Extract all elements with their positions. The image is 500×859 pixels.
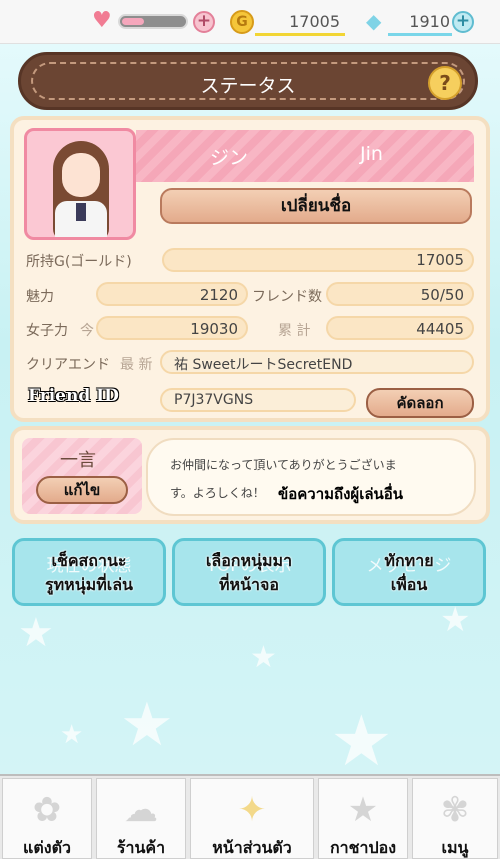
copy-id-button[interactable]: คัดลอก <box>366 388 474 418</box>
hp-bar <box>118 14 188 29</box>
resource-bar: ♥ + G 17005 ◆ 1910 + <box>0 0 500 44</box>
star-icon: ★ <box>18 610 54 656</box>
avatar-tie <box>76 203 86 221</box>
girl-power-value: 19030 <box>190 320 238 338</box>
page-title: ステータス <box>200 75 296 97</box>
girl-power-now-label: 今 <box>80 323 94 339</box>
help-button[interactable]: ? <box>428 66 462 100</box>
cinnamoroll-icon: ☁ <box>124 790 158 830</box>
hp-bar-fill <box>122 18 144 25</box>
player-name-jp: ジン <box>210 147 249 169</box>
gold-value: 17005 <box>416 251 464 269</box>
total-label: 累 計 <box>278 323 311 339</box>
avatar-face <box>62 153 100 197</box>
star-icon: ★ <box>120 690 174 760</box>
add-hp-button[interactable]: + <box>193 11 215 33</box>
charm-label: 魅力 <box>26 289 54 305</box>
pompompurin-icon: ✦ <box>237 790 267 830</box>
message-overlay-caption: ข้อความถึงผู้เล่นอื่น <box>278 485 404 503</box>
clear-end-value: 祐 SweetルートSecretEND <box>174 357 353 373</box>
friends-label: フレンド数 <box>252 289 322 305</box>
name-bar <box>136 130 474 182</box>
action-label: เลือกหนุ่มมา ที่หน้าจอ <box>205 551 293 594</box>
message-title: 一言 <box>60 450 96 471</box>
my-melody-icon: ✿ <box>32 790 62 830</box>
star-icon: ★ <box>250 640 277 675</box>
little-twin-stars-icon: ★ <box>347 790 379 830</box>
nav-label-shop: ร้านค้า <box>116 838 166 857</box>
clear-end-newest-label: 最 新 <box>120 357 153 373</box>
nav-label-gacha: กาชาปอง <box>329 838 397 857</box>
clear-end-label: クリアエンド <box>26 357 110 373</box>
action-label: เช็คสถานะ รูทหนุ่มที่เล่น <box>45 551 133 594</box>
hello-kitty-icon: ✾ <box>440 790 470 830</box>
total-value: 44405 <box>416 320 464 338</box>
gold-coin-icon: G <box>230 10 254 34</box>
action-label: ทักทาย เพื่อน <box>384 551 434 594</box>
message-line-1: お仲間になって頂いてありがとうございま <box>170 458 397 472</box>
gold-amount: 17005 <box>289 12 340 31</box>
nav-label-dress-up: แต่งตัว <box>23 838 71 857</box>
gem-amount: 1910 <box>409 12 450 31</box>
avatar <box>24 128 136 240</box>
gold-label: 所持G(ゴールド) <box>26 254 132 270</box>
title-banner: ステータス <box>18 52 478 110</box>
star-icon: ★ <box>330 700 393 782</box>
heart-icon: ♥ <box>92 8 112 33</box>
edit-message-button[interactable]: แก้ไข <box>36 476 128 504</box>
gold-underline <box>255 33 345 36</box>
gem-underline <box>388 33 452 36</box>
player-name-en: Jin <box>360 143 383 165</box>
add-gems-button[interactable]: + <box>452 11 474 33</box>
nav-label-profile: หน้าส่วนตัว <box>212 838 292 857</box>
friend-id-label: Friend ID <box>28 386 119 406</box>
star-icon: ★ <box>60 720 84 750</box>
greet-friends-button[interactable]: メッセージ ทักทาย เพื่อน <box>332 538 486 606</box>
girl-power-label: 女子力 <box>26 323 68 339</box>
charm-value: 2120 <box>199 286 238 304</box>
rename-button[interactable]: เปลี่ยนชื่อ <box>160 188 472 224</box>
check-route-status-button[interactable]: 現在の状態 เช็คสถานะ รูทหนุ่มที่เล่น <box>12 538 166 606</box>
message-line-2: す。よろしくね！ <box>170 486 265 500</box>
select-top-character-button[interactable]: TOPの表示 เลือกหนุ่มมา ที่หน้าจอ <box>172 538 326 606</box>
nav-label-menu: เมนู <box>441 838 469 857</box>
star-icon: ★ <box>440 600 471 640</box>
friends-value: 50/50 <box>420 286 464 304</box>
friend-id-value: P7J37VGNS <box>174 392 254 408</box>
